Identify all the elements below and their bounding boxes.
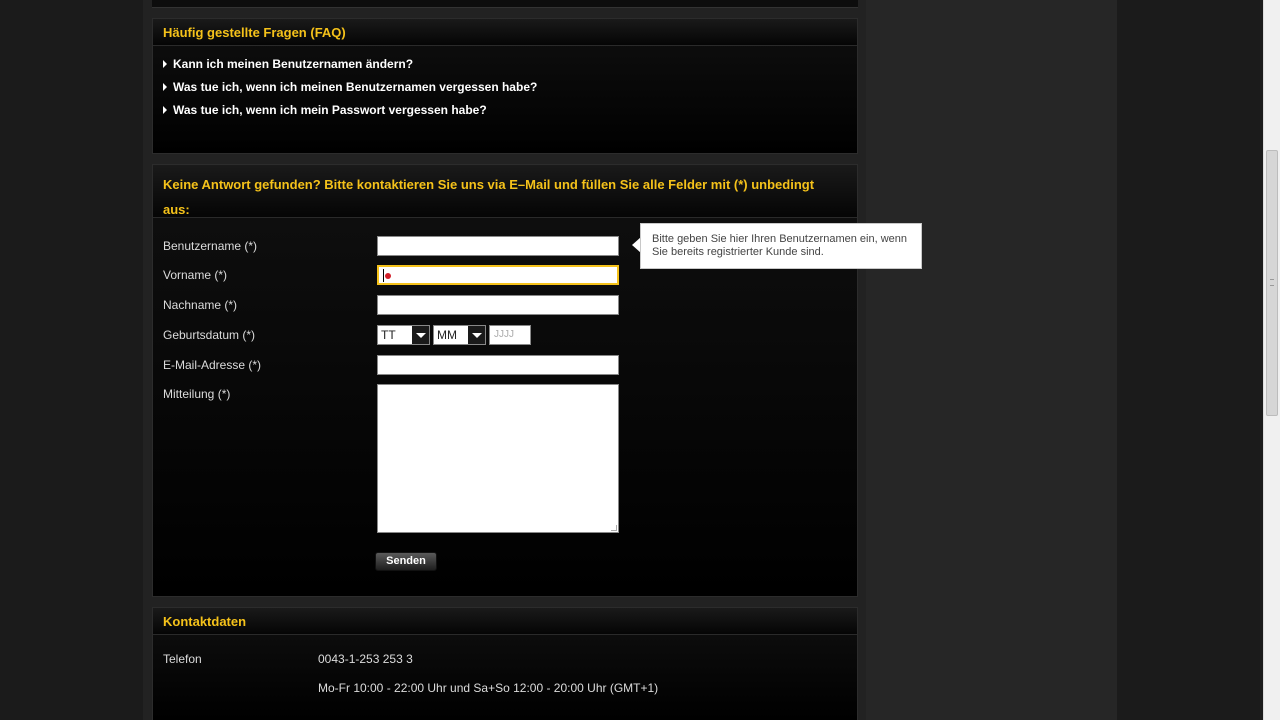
faq-item-change-username[interactable]: Kann ich meinen Benutzernamen ändern?: [163, 52, 847, 75]
chevron-down-icon: [412, 326, 429, 344]
right-sidebar: [866, 0, 1117, 720]
firstname-input[interactable]: [377, 265, 619, 285]
username-label: Benutzername (*): [163, 239, 258, 253]
lastname-input[interactable]: [377, 295, 619, 315]
triangle-right-icon: [163, 105, 167, 114]
faq-item-label: Was tue ich, wenn ich meinen Benutzernam…: [173, 79, 538, 94]
lastname-label: Nachname (*): [163, 298, 238, 312]
chevron-down-icon: [468, 326, 485, 344]
resize-grip-icon[interactable]: [611, 525, 617, 531]
year-placeholder: JJJJ: [494, 329, 514, 340]
phone-value: 0043-1-253 253 3: [318, 652, 413, 666]
birthdate-day-select[interactable]: TT: [377, 325, 430, 345]
firstname-label: Vorname (*): [163, 268, 228, 282]
cursor-indicator: [385, 273, 391, 279]
text-caret: [383, 269, 384, 282]
page-scrollbar[interactable]: [1263, 0, 1280, 720]
contact-data-title: Kontaktdaten: [153, 608, 857, 635]
faq-panel: Häufig gestellte Fragen (FAQ) Kann ich m…: [152, 18, 858, 154]
faq-list: Kann ich meinen Benutzernamen ändern? Wa…: [153, 46, 857, 121]
faq-item-label: Was tue ich, wenn ich mein Passwort verg…: [173, 102, 487, 117]
email-input[interactable]: [377, 355, 619, 375]
username-input[interactable]: [377, 236, 619, 256]
message-textarea[interactable]: [377, 384, 619, 533]
triangle-right-icon: [163, 82, 167, 91]
send-button[interactable]: Senden: [375, 552, 437, 571]
phone-label: Telefon: [163, 652, 202, 666]
contact-data-panel: Kontaktdaten Telefon 0043-1-253 253 3 Mo…: [152, 607, 858, 720]
faq-title: Häufig gestellte Fragen (FAQ): [153, 19, 857, 46]
message-label: Mitteilung (*): [163, 387, 231, 401]
select-value: MM: [437, 328, 457, 342]
faq-item-forgot-username[interactable]: Was tue ich, wenn ich meinen Benutzernam…: [163, 75, 847, 98]
birthdate-year-input[interactable]: JJJJ: [489, 325, 531, 345]
faq-item-forgot-password[interactable]: Was tue ich, wenn ich mein Passwort verg…: [163, 98, 847, 121]
email-label: E-Mail-Adresse (*): [163, 358, 262, 372]
page-background: [0, 0, 143, 720]
username-tooltip: Bitte geben Sie hier Ihren Benutzernamen…: [640, 223, 922, 269]
grip-icon: [1270, 279, 1274, 286]
top-panel-edge: [152, 0, 858, 8]
triangle-right-icon: [163, 59, 167, 68]
birthdate-label: Geburtsdatum (*): [163, 328, 256, 342]
faq-item-label: Kann ich meinen Benutzernamen ändern?: [173, 56, 414, 71]
contact-form-title: Keine Antwort gefunden? Bitte kontaktier…: [153, 165, 857, 218]
birthdate-month-select[interactable]: MM: [433, 325, 486, 345]
select-value: TT: [381, 328, 396, 342]
scrollbar-thumb[interactable]: [1266, 150, 1278, 416]
opening-hours: Mo-Fr 10:00 - 22:00 Uhr und Sa+So 12:00 …: [318, 681, 659, 695]
